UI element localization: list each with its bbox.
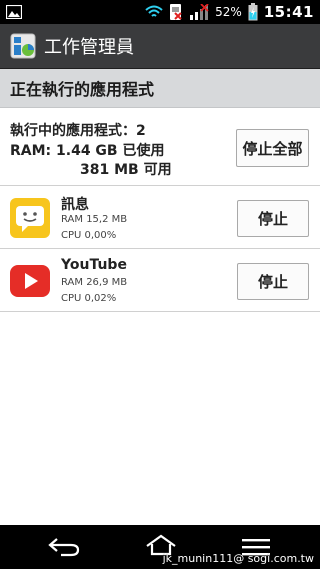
- back-icon[interactable]: [47, 537, 81, 561]
- section-header: 正在執行的應用程式: [0, 69, 320, 108]
- battery-percentage: 52%: [215, 5, 242, 19]
- image-icon: [5, 4, 23, 20]
- app-cpu: CPU 0,02%: [61, 293, 117, 304]
- app-name: 訊息: [61, 197, 89, 213]
- app-ram: RAM 15,2 MB: [61, 214, 128, 225]
- section-title: 正在執行的應用程式: [10, 80, 155, 99]
- sim-error-icon: [169, 3, 183, 21]
- app-ram: RAM 26,9 MB: [61, 277, 128, 288]
- app-row-youtube[interactable]: YouTube RAM 26,9 MB CPU 0,02% 停止: [0, 249, 320, 312]
- signal-icon: [189, 4, 209, 20]
- app-row-messages[interactable]: 訊息 RAM 15,2 MB CPU 0,00% 停止: [0, 186, 320, 249]
- app-cpu: CPU 0,00%: [61, 230, 117, 241]
- stop-button[interactable]: 停止: [237, 200, 309, 237]
- youtube-icon: [10, 261, 50, 301]
- watermark: jk_munin111@ sogi.com.tw: [162, 552, 314, 565]
- status-bar: 52% 15:41: [0, 0, 320, 24]
- ram-free-text: 381 MB 可用: [80, 162, 172, 178]
- app-name: YouTube: [61, 257, 127, 273]
- clock: 15:41: [263, 3, 314, 21]
- ram-used-text: RAM: 1.44 GB 已使用: [10, 143, 165, 159]
- running-apps-count: 執行中的應用程式：2: [10, 123, 146, 139]
- page-title: 工作管理員: [44, 37, 134, 58]
- battery-charging-icon: [248, 3, 258, 21]
- stop-all-button[interactable]: 停止全部: [236, 129, 309, 167]
- navigation-bar: jk_munin111@ sogi.com.tw: [0, 525, 320, 569]
- wifi-icon: [145, 5, 163, 19]
- stop-button[interactable]: 停止: [237, 263, 309, 300]
- app-header: 工作管理員: [0, 24, 320, 69]
- task-manager-icon[interactable]: [10, 33, 36, 59]
- messages-icon: [10, 198, 50, 238]
